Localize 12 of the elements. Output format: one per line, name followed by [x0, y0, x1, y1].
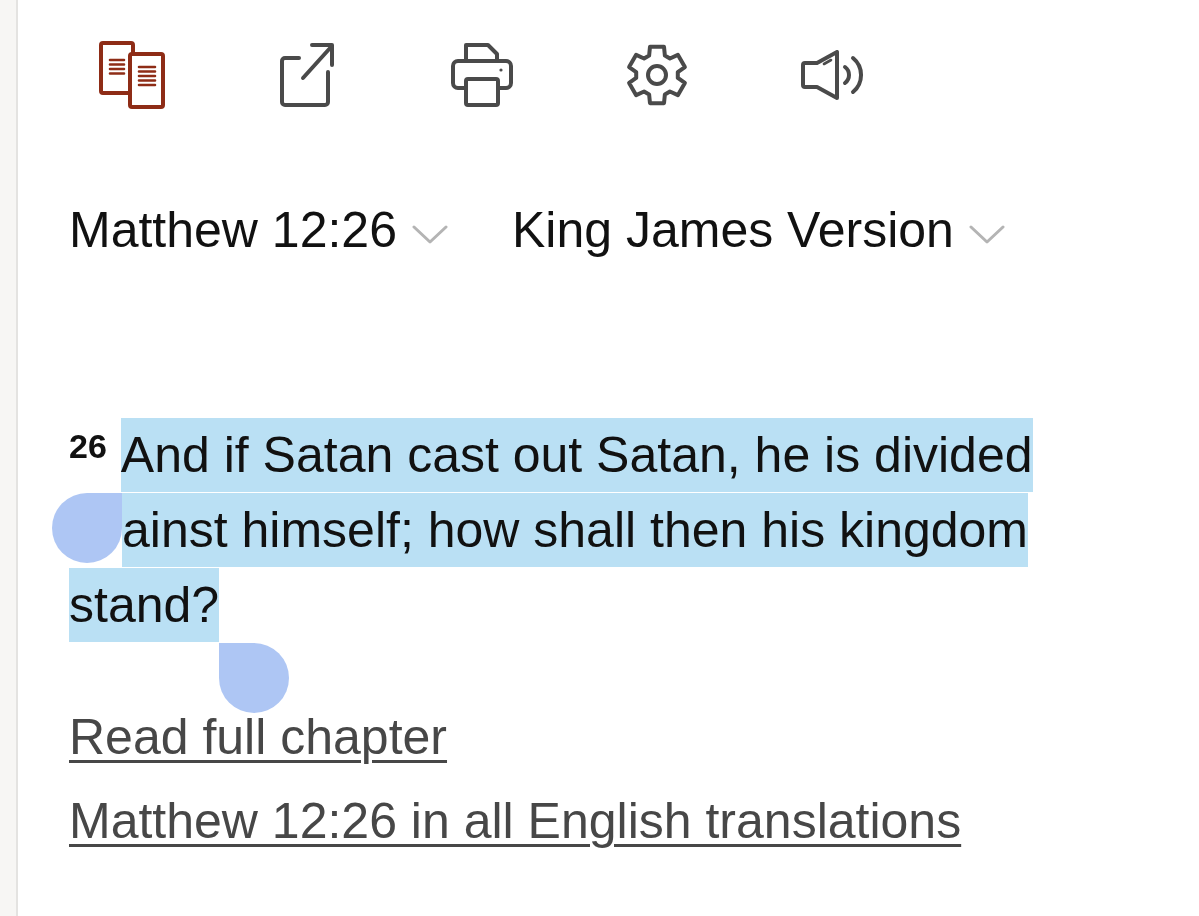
- share-icon[interactable]: [278, 42, 335, 108]
- chevron-down-icon: [968, 225, 1005, 245]
- chevron-down-icon: [412, 225, 448, 245]
- dropdown-selector[interactable]: King James Version: [512, 201, 1005, 259]
- parallel-pages-icon[interactable]: [98, 41, 165, 109]
- printer-icon[interactable]: [450, 43, 513, 107]
- chapter-link[interactable]: Read full chapter: [69, 695, 447, 779]
- translations-link[interactable]: Matthew 12:26 in all English translations: [69, 779, 962, 863]
- speaker-icon[interactable]: [799, 50, 864, 100]
- settings-icon[interactable]: [625, 44, 688, 106]
- dropdown-selector[interactable]: Matthew 12:26: [69, 201, 448, 259]
- verse-number: 26: [69, 429, 107, 463]
